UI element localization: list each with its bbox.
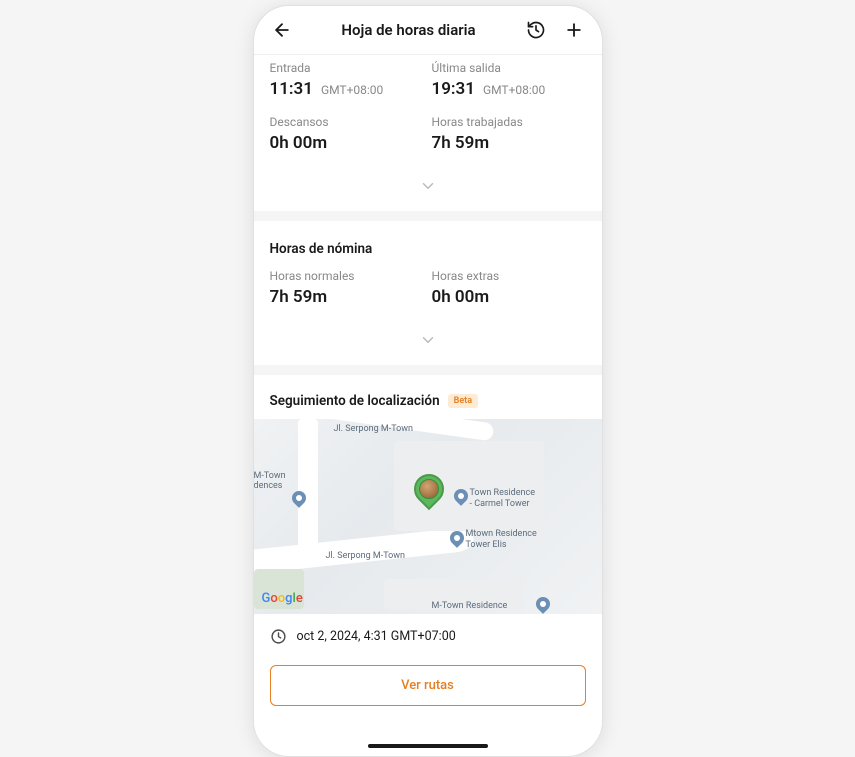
regular-hours-value: 7h 59m bbox=[270, 287, 328, 307]
worked-hours-field: Horas trabajadas 7h 59m bbox=[432, 115, 586, 153]
view-routes-button[interactable]: Ver rutas bbox=[270, 665, 586, 706]
location-section-title: Seguimiento de localización bbox=[270, 393, 440, 409]
payroll-section-title: Horas de nómina bbox=[270, 227, 586, 257]
google-attribution: Google bbox=[262, 591, 303, 606]
header-bar: Hoja de horas diaria bbox=[254, 6, 602, 55]
page-title: Hoja de horas diaria bbox=[294, 21, 524, 39]
clock-in-label: Entrada bbox=[270, 61, 424, 75]
clock-out-value: 19:31 bbox=[432, 79, 475, 99]
timesheet-summary-section: Entrada 11:31 GMT+08:00 Última salida 19… bbox=[254, 55, 602, 221]
regular-hours-label: Horas normales bbox=[270, 269, 424, 283]
extra-hours-label: Horas extras bbox=[432, 269, 586, 283]
map-poi-label: Tower Elis bbox=[466, 540, 507, 550]
user-location-pin[interactable] bbox=[414, 474, 444, 512]
user-avatar bbox=[419, 479, 439, 499]
expand-payroll-button[interactable] bbox=[270, 331, 586, 349]
add-button[interactable] bbox=[562, 18, 586, 42]
map-poi-label: dences bbox=[254, 481, 283, 491]
location-tracking-section: Seguimiento de localización Beta Jl. Ser… bbox=[254, 375, 602, 722]
extra-hours-field: Horas extras 0h 00m bbox=[432, 269, 586, 307]
map-view[interactable]: Jl. Serpong M-Town Jl. Serpong M-Town M-… bbox=[254, 419, 602, 614]
arrow-left-icon bbox=[272, 20, 292, 40]
map-poi-label: Town Residence bbox=[470, 488, 536, 498]
chevron-down-icon bbox=[419, 331, 437, 349]
breaks-field: Descansos 0h 00m bbox=[270, 115, 424, 153]
home-indicator[interactable] bbox=[368, 744, 488, 748]
content-area: Entrada 11:31 GMT+08:00 Última salida 19… bbox=[254, 55, 602, 748]
clock-out-label: Última salida bbox=[432, 61, 586, 75]
beta-badge: Beta bbox=[448, 394, 478, 408]
map-poi-label: Mtown Residence bbox=[466, 529, 537, 539]
history-button[interactable] bbox=[524, 18, 548, 42]
map-road bbox=[298, 419, 318, 549]
worked-value: 7h 59m bbox=[432, 133, 490, 153]
back-button[interactable] bbox=[270, 18, 294, 42]
map-poi-label: M-Town bbox=[254, 471, 286, 481]
history-icon bbox=[526, 20, 546, 40]
map-poi-label: - Carmel Tower bbox=[470, 499, 530, 509]
location-timestamp-row: oct 2, 2024, 4:31 GMT+07:00 bbox=[254, 614, 602, 659]
clock-out-tz: GMT+08:00 bbox=[483, 83, 545, 97]
clock-out-field: Última salida 19:31 GMT+08:00 bbox=[432, 61, 586, 99]
expand-timesheet-button[interactable] bbox=[270, 177, 586, 195]
clock-icon bbox=[270, 628, 287, 645]
worked-label: Horas trabajadas bbox=[432, 115, 586, 129]
chevron-down-icon bbox=[419, 177, 437, 195]
clock-in-tz: GMT+08:00 bbox=[321, 83, 383, 97]
user-pin-icon bbox=[407, 468, 449, 510]
location-timestamp: oct 2, 2024, 4:31 GMT+07:00 bbox=[297, 629, 456, 644]
plus-icon bbox=[564, 20, 584, 40]
breaks-value: 0h 00m bbox=[270, 133, 328, 153]
extra-hours-value: 0h 00m bbox=[432, 287, 490, 307]
breaks-label: Descansos bbox=[270, 115, 424, 129]
map-street-label: Jl. Serpong M-Town bbox=[334, 424, 414, 434]
clock-in-value: 11:31 bbox=[270, 79, 313, 99]
regular-hours-field: Horas normales 7h 59m bbox=[270, 269, 424, 307]
map-poi-label: M-Town Residence bbox=[432, 601, 508, 611]
map-street-label: Jl. Serpong M-Town bbox=[326, 551, 406, 561]
payroll-hours-section: Horas de nómina Horas normales 7h 59m Ho… bbox=[254, 221, 602, 375]
clock-in-field: Entrada 11:31 GMT+08:00 bbox=[270, 61, 424, 99]
app-screen: Hoja de horas diaria Entrada 11:31 GMT+0… bbox=[253, 5, 603, 757]
